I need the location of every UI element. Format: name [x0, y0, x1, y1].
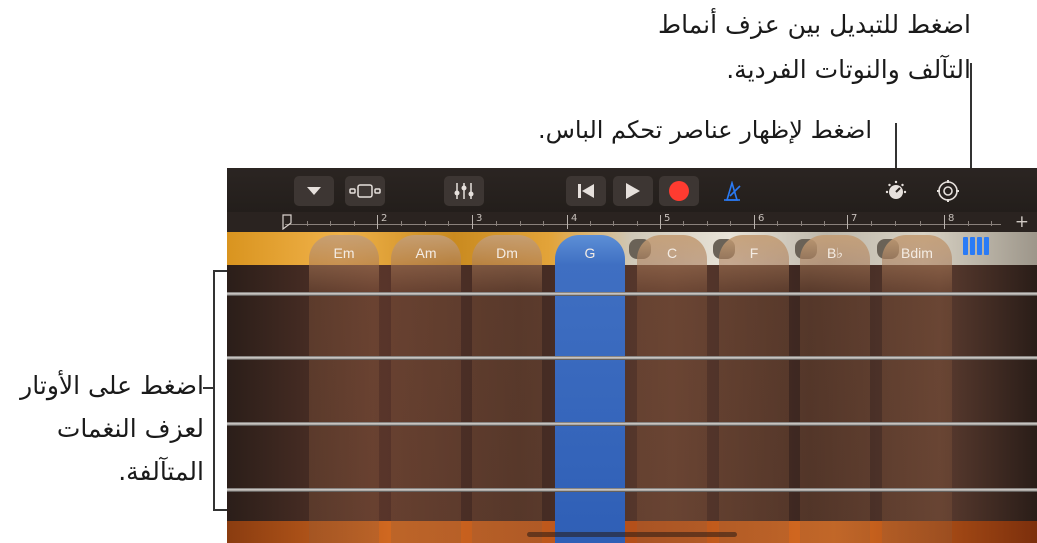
notes-mode-icon	[984, 237, 989, 255]
beat-tick	[425, 221, 426, 226]
beat-tick	[801, 221, 802, 226]
bar-number: 8	[948, 213, 955, 224]
play-button[interactable]	[613, 176, 653, 206]
rewind-icon	[578, 184, 594, 198]
playhead-icon[interactable]	[282, 214, 292, 230]
beat-tick	[777, 221, 778, 226]
settings-button[interactable]	[933, 176, 963, 206]
beat-tick	[707, 221, 708, 226]
callout-strings-line3: المتآلفة.	[118, 457, 204, 486]
beat-tick	[496, 221, 497, 226]
chord-strip-g[interactable]: G	[555, 235, 625, 543]
bar-number: 5	[664, 213, 671, 224]
bass-controls-button[interactable]	[881, 176, 911, 206]
leader-strings-label	[203, 387, 215, 389]
browser-button[interactable]	[294, 176, 334, 206]
mixer-button[interactable]	[444, 176, 484, 206]
beat-tick	[307, 221, 308, 226]
beat-tick	[330, 221, 331, 226]
chord-strip-em[interactable]: Em	[309, 235, 379, 543]
notes-mode-icon	[963, 237, 968, 255]
add-section-button[interactable]: +	[1015, 212, 1029, 232]
chord-strip-c[interactable]: C	[637, 235, 707, 543]
bar-number: 3	[476, 213, 483, 224]
beat-tick	[543, 221, 544, 226]
notes-mode-icon	[977, 237, 982, 255]
chord-label: B♭	[827, 245, 843, 261]
bar-number: 7	[851, 213, 858, 224]
beat-tick	[590, 221, 591, 226]
bass-string[interactable]	[227, 292, 1037, 296]
bass-controls-icon	[885, 180, 907, 199]
beat-tick	[920, 221, 921, 226]
metronome-icon	[724, 181, 741, 201]
callout-toggle-mode: اضغط للتبديل بين عزف أنماط التآلف والنوت…	[531, 2, 971, 92]
chord-label: Am	[415, 245, 437, 261]
chord-strip-bdim[interactable]: Bdim	[882, 235, 952, 543]
chord-strip-dm[interactable]: Dm	[472, 235, 542, 543]
garageband-bass-screen: 2 3 4 5 6 7 8 + Em Am Dm G C F B♭ Bdim	[227, 168, 1037, 543]
metronome-button[interactable]	[717, 176, 747, 206]
play-icon	[626, 183, 640, 199]
dropdown-icon	[307, 187, 321, 195]
beat-tick	[520, 221, 521, 226]
bar-number: 4	[571, 213, 578, 224]
chord-strip-am[interactable]: Am	[391, 235, 461, 543]
beat-tick	[991, 221, 992, 226]
chord-label: F	[749, 245, 759, 261]
callout-strings: اضغط على الأوتار لعزف النغمات المتآلفة.	[8, 364, 204, 493]
beat-tick	[730, 221, 731, 226]
chord-strip-bflat[interactable]: B♭	[800, 235, 870, 543]
ruler[interactable]: 2 3 4 5 6 7 8 +	[227, 212, 1037, 232]
beat-tick	[613, 221, 614, 226]
beat-tick	[895, 221, 896, 226]
bar-number: 2	[381, 213, 388, 224]
home-indicator	[527, 532, 737, 537]
callout-strings-line2: لعزف النغمات	[56, 414, 204, 443]
callout-toggle-mode-line2: التآلف والنوتات الفردية.	[726, 55, 971, 84]
bass-string[interactable]	[227, 488, 1037, 492]
beat-tick	[824, 221, 825, 226]
beat-tick	[637, 221, 638, 226]
chord-label: Em	[333, 245, 355, 261]
chord-label: Dm	[496, 245, 518, 261]
bar-tick	[472, 215, 473, 229]
bar-tick	[567, 215, 568, 229]
record-icon	[669, 181, 689, 201]
beat-tick	[401, 221, 402, 226]
bar-tick	[377, 215, 378, 229]
chord-label: C	[666, 245, 678, 261]
chords-notes-toggle[interactable]	[963, 237, 989, 255]
bass-string[interactable]	[227, 422, 1037, 426]
beat-tick	[871, 221, 872, 226]
beat-tick	[448, 221, 449, 226]
record-button[interactable]	[659, 176, 699, 206]
beat-tick	[683, 221, 684, 226]
control-bar	[227, 168, 1037, 212]
mixer-icon	[454, 183, 474, 199]
chord-strip-f[interactable]: F	[719, 235, 789, 543]
callout-strings-line1: اضغط على الأوتار	[20, 371, 204, 400]
chord-label: Bdim	[901, 245, 933, 261]
bar-number: 6	[758, 213, 765, 224]
leader-strings-vertical	[213, 270, 215, 511]
settings-icon	[937, 180, 959, 202]
bass-string[interactable]	[227, 356, 1037, 360]
callout-bass-controls: اضغط لإظهار عناصر تحكم الباس.	[537, 116, 872, 144]
chord-label: G	[584, 245, 596, 261]
rewind-button[interactable]	[566, 176, 606, 206]
bar-tick	[847, 215, 848, 229]
callout-toggle-mode-line1: اضغط للتبديل بين عزف أنماط	[657, 10, 971, 39]
bar-tick	[660, 215, 661, 229]
beat-tick	[354, 221, 355, 226]
bar-tick	[754, 215, 755, 229]
bar-tick	[944, 215, 945, 229]
notes-mode-icon	[970, 237, 975, 255]
beat-tick	[968, 221, 969, 226]
instrument-view-icon	[349, 184, 381, 198]
instrument-view-button[interactable]	[345, 176, 385, 206]
ruler-baseline	[285, 224, 1001, 225]
